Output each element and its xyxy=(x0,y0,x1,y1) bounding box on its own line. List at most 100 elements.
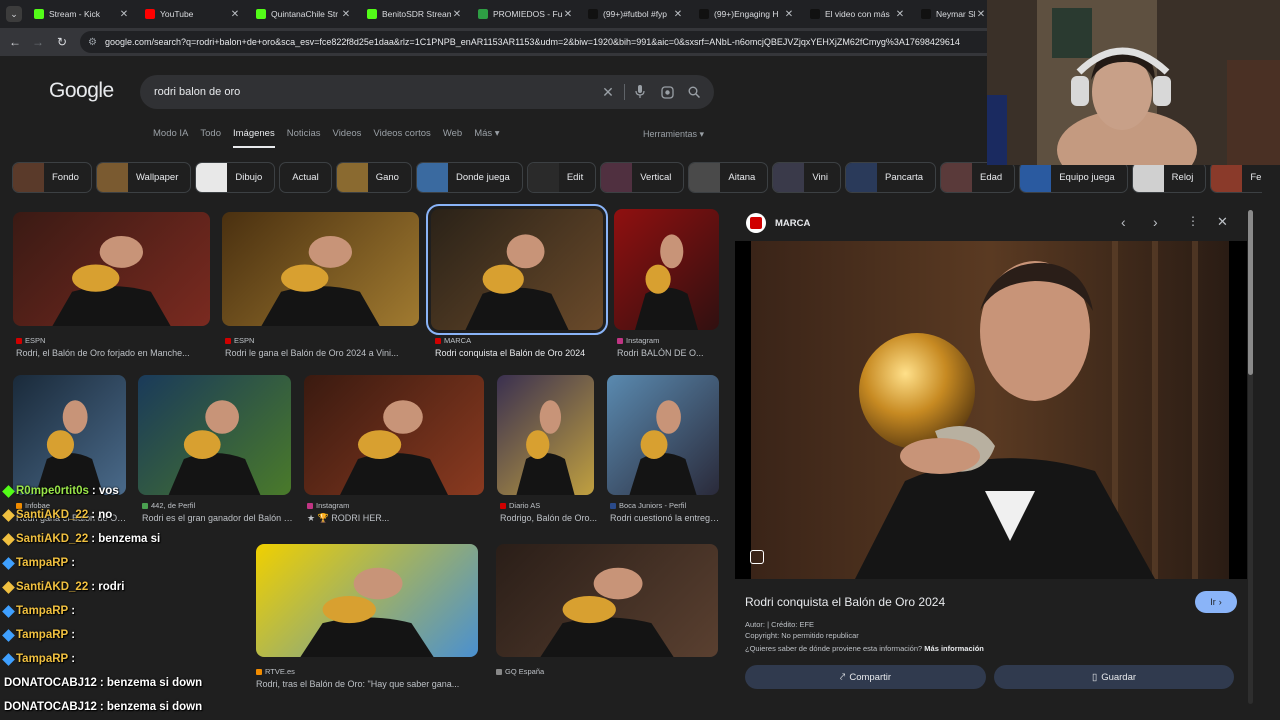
tab-web[interactable]: Web xyxy=(443,128,462,148)
chip-donde-juega[interactable]: Donde juega xyxy=(415,162,523,193)
tab-noticias[interactable]: Noticias xyxy=(287,128,321,148)
chip-equipo-juega[interactable]: Equipo juega xyxy=(1019,162,1128,193)
close-tab-icon[interactable]: ✕ xyxy=(562,9,574,20)
chip-reloj[interactable]: Reloj xyxy=(1131,162,1207,193)
result-image[interactable] xyxy=(13,212,210,326)
result-image[interactable] xyxy=(304,375,484,495)
chip-fe[interactable]: Fe xyxy=(1210,162,1262,193)
close-icon[interactable]: ✕ xyxy=(1217,214,1228,230)
chip-vini[interactable]: Vini xyxy=(772,162,841,193)
preview-image[interactable] xyxy=(735,241,1247,579)
result-title[interactable]: Rodri BALÓN DE O... xyxy=(617,348,727,358)
next-icon[interactable]: › xyxy=(1153,214,1158,230)
reload-icon[interactable]: ↻ xyxy=(52,32,72,52)
result-source[interactable]: Instagram xyxy=(307,501,349,510)
tools-button[interactable]: Herramientas ▾ xyxy=(643,129,704,140)
result-title[interactable]: Rodri es el gran ganador del Balón de ..… xyxy=(142,513,295,523)
search-box[interactable]: ✕ xyxy=(140,75,714,109)
result-image[interactable] xyxy=(426,204,608,335)
forward-icon[interactable]: → xyxy=(28,32,48,52)
search-icon[interactable] xyxy=(686,84,702,100)
chip-edad[interactable]: Edad xyxy=(940,162,1016,193)
browser-tab[interactable]: BenitoSDR Stream ✕ xyxy=(363,3,463,25)
result-title[interactable]: Rodri cuestionó la entrega del Balón de … xyxy=(610,513,722,523)
visit-button[interactable]: Ir › xyxy=(1195,591,1237,613)
panel-title[interactable]: Rodri conquista el Balón de Oro 2024 xyxy=(745,595,945,609)
google-logo[interactable]: Google xyxy=(49,79,114,103)
browser-tab[interactable]: (99+)#futbol #fyp ✕ xyxy=(584,3,684,25)
result-image[interactable] xyxy=(222,212,419,326)
scrollbar-thumb[interactable] xyxy=(1248,210,1253,375)
chip-vertical[interactable]: Vertical xyxy=(600,162,685,193)
result-source[interactable]: GQ España xyxy=(496,667,544,676)
more-info-link[interactable]: Más información xyxy=(924,644,984,653)
panel-source[interactable]: MARCA xyxy=(775,218,810,229)
voice-search-icon[interactable] xyxy=(632,84,648,100)
result-image[interactable] xyxy=(614,209,719,330)
result-image[interactable] xyxy=(496,544,718,657)
browser-tab[interactable]: (99+)Engaging H ✕ xyxy=(695,3,795,25)
close-tab-icon[interactable]: ✕ xyxy=(672,9,684,20)
result-image[interactable] xyxy=(497,375,594,495)
tab-videos-cortos[interactable]: Videos cortos xyxy=(373,128,430,148)
close-tab-icon[interactable]: ✕ xyxy=(118,9,130,20)
site-info-icon[interactable]: ⚙ xyxy=(88,37,97,48)
search-input[interactable] xyxy=(154,86,584,98)
chip-dibujo[interactable]: Dibujo xyxy=(195,162,276,193)
browser-tab[interactable]: Neymar Skills a ✕ xyxy=(917,3,987,25)
result-title[interactable]: Rodri conquista el Balón de Oro 2024 xyxy=(435,348,607,358)
result-image[interactable] xyxy=(138,375,291,495)
chip-edit[interactable]: Edit xyxy=(526,162,597,193)
chip-wallpaper[interactable]: Wallpaper xyxy=(95,162,192,193)
chip-actual[interactable]: Actual xyxy=(279,162,332,193)
result-source[interactable]: Boca Juniors - Perfil xyxy=(610,501,686,510)
browser-tab[interactable]: PROMIEDOS - Fu ✕ xyxy=(474,3,574,25)
result-source[interactable]: Diario AS xyxy=(500,501,540,510)
scrollbar[interactable] xyxy=(1248,210,1253,704)
browser-tab[interactable]: Stream - Kick ✕ xyxy=(30,3,130,25)
result-source[interactable]: 442, de Perfil xyxy=(142,501,195,510)
close-tab-icon[interactable]: ✕ xyxy=(340,9,352,20)
result-source[interactable]: ESPN xyxy=(225,336,254,345)
image-search-icon[interactable] xyxy=(750,550,764,564)
browser-tab[interactable]: QuintanaChile Str ✕ xyxy=(252,3,352,25)
result-source[interactable]: MARCA xyxy=(435,336,471,345)
lens-icon[interactable] xyxy=(659,84,675,100)
result-image[interactable] xyxy=(607,375,719,495)
result-source[interactable]: RTVE.es xyxy=(256,667,295,676)
browser-tab[interactable]: YouTube ✕ xyxy=(141,3,241,25)
result-title[interactable]: ★ 🏆 RODRI HER... xyxy=(307,513,487,524)
back-icon[interactable]: ← xyxy=(5,32,25,52)
close-tab-icon[interactable]: ✕ xyxy=(451,9,463,20)
close-tab-icon[interactable]: ✕ xyxy=(783,9,795,20)
browser-tab[interactable]: El video con más ✕ xyxy=(806,3,906,25)
share-button[interactable]: ⤤ Compartir xyxy=(745,665,986,689)
chip-label: Pancarta xyxy=(884,172,924,183)
save-button[interactable]: ▯ Guardar xyxy=(994,665,1234,689)
tab-mas[interactable]: Más ▾ xyxy=(474,128,499,148)
tab-modo-ia[interactable]: Modo IA xyxy=(153,128,188,148)
tab-todo[interactable]: Todo xyxy=(200,128,221,148)
more-options-icon[interactable]: ⋮ xyxy=(1187,214,1199,228)
result-title[interactable]: Rodri le gana el Balón de Oro 2024 a Vin… xyxy=(225,348,422,358)
tab-list-button[interactable]: ⌄ xyxy=(6,6,22,22)
clear-icon[interactable]: ✕ xyxy=(600,84,616,100)
chip-aitana[interactable]: Aitana xyxy=(688,162,769,193)
result-title[interactable]: Rodri, el Balón de Oro forjado en Manche… xyxy=(16,348,213,358)
tab-videos[interactable]: Videos xyxy=(333,128,362,148)
result-source[interactable]: Instagram xyxy=(617,336,659,345)
chip-pancarta[interactable]: Pancarta xyxy=(844,162,937,193)
result-title[interactable]: Rodrigo, Balón de Oro... xyxy=(500,513,610,523)
result-title[interactable]: Rodri, tras el Balón de Oro: "Hay que sa… xyxy=(256,679,478,689)
close-tab-icon[interactable]: ✕ xyxy=(975,9,987,20)
previous-icon[interactable]: ‹ xyxy=(1121,214,1126,230)
result-source[interactable]: ESPN xyxy=(16,336,45,345)
tab-imagenes[interactable]: Imágenes xyxy=(233,128,275,148)
chip-fondo[interactable]: Fondo xyxy=(12,162,92,193)
result-image[interactable] xyxy=(13,375,126,495)
close-tab-icon[interactable]: ✕ xyxy=(229,9,241,20)
chip-gano[interactable]: Gano xyxy=(335,162,412,193)
result-image[interactable] xyxy=(256,544,478,657)
address-bar[interactable]: ⚙ google.com/search?q=rodri+balon+de+oro… xyxy=(80,31,1080,53)
close-tab-icon[interactable]: ✕ xyxy=(894,9,906,20)
